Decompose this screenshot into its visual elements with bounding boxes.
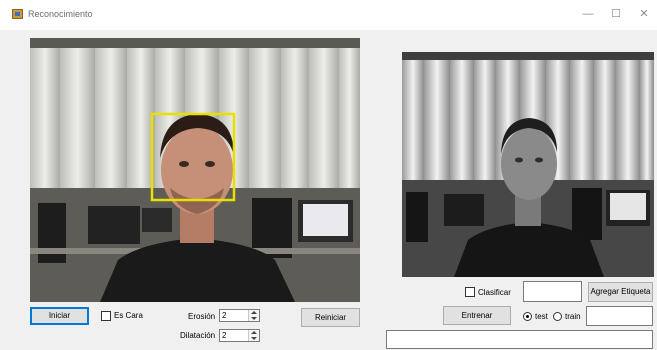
dilatacion-spinner[interactable]: 2 [219, 329, 260, 342]
camera-view-grayscale [402, 52, 654, 277]
bottom-textbox[interactable] [386, 330, 653, 349]
camera-view-color [30, 38, 360, 302]
app-form-icon [12, 9, 23, 19]
spin-up-icon[interactable] [251, 331, 257, 334]
erosion-spinner[interactable]: 2 [219, 309, 260, 322]
radio-test-label: test [535, 312, 548, 321]
clasificar-checkbox[interactable] [465, 287, 475, 297]
spin-down-icon[interactable] [251, 337, 257, 340]
clasificar-label: Clasificar [478, 288, 511, 297]
es-cara-checkbox[interactable] [101, 311, 111, 321]
title-bar: Reconocimiento — ☐ ✕ [0, 0, 657, 30]
iniciar-button[interactable]: Iniciar [30, 307, 89, 325]
spin-down-icon[interactable] [251, 317, 257, 320]
train-textbox[interactable] [586, 306, 653, 326]
agregar-etiqueta-button[interactable]: Agregar Etiqueta [588, 282, 653, 302]
camera-image-color [30, 38, 360, 302]
entrenar-button[interactable]: Entrenar [443, 306, 511, 325]
close-button[interactable]: ✕ [631, 4, 657, 24]
es-cara-label: Es Cara [114, 311, 143, 320]
spin-arrows-icon[interactable] [248, 310, 259, 321]
radio-test[interactable] [523, 312, 532, 321]
clasificar-textbox[interactable] [523, 281, 582, 302]
erosion-value[interactable]: 2 [222, 311, 226, 320]
spin-arrows-icon[interactable] [248, 330, 259, 341]
minimize-button[interactable]: — [575, 4, 601, 24]
reiniciar-button[interactable]: Reiniciar [301, 308, 360, 327]
dilatacion-label: Dilatación [180, 331, 216, 340]
erosion-label: Erosión [188, 312, 216, 321]
radio-train-label: train [565, 312, 581, 321]
maximize-button[interactable]: ☐ [603, 4, 629, 24]
radio-train[interactable] [553, 312, 562, 321]
camera-image-grayscale [402, 52, 654, 277]
dilatacion-value[interactable]: 2 [222, 331, 226, 340]
spin-up-icon[interactable] [251, 311, 257, 314]
window-title: Reconocimiento [28, 9, 93, 19]
